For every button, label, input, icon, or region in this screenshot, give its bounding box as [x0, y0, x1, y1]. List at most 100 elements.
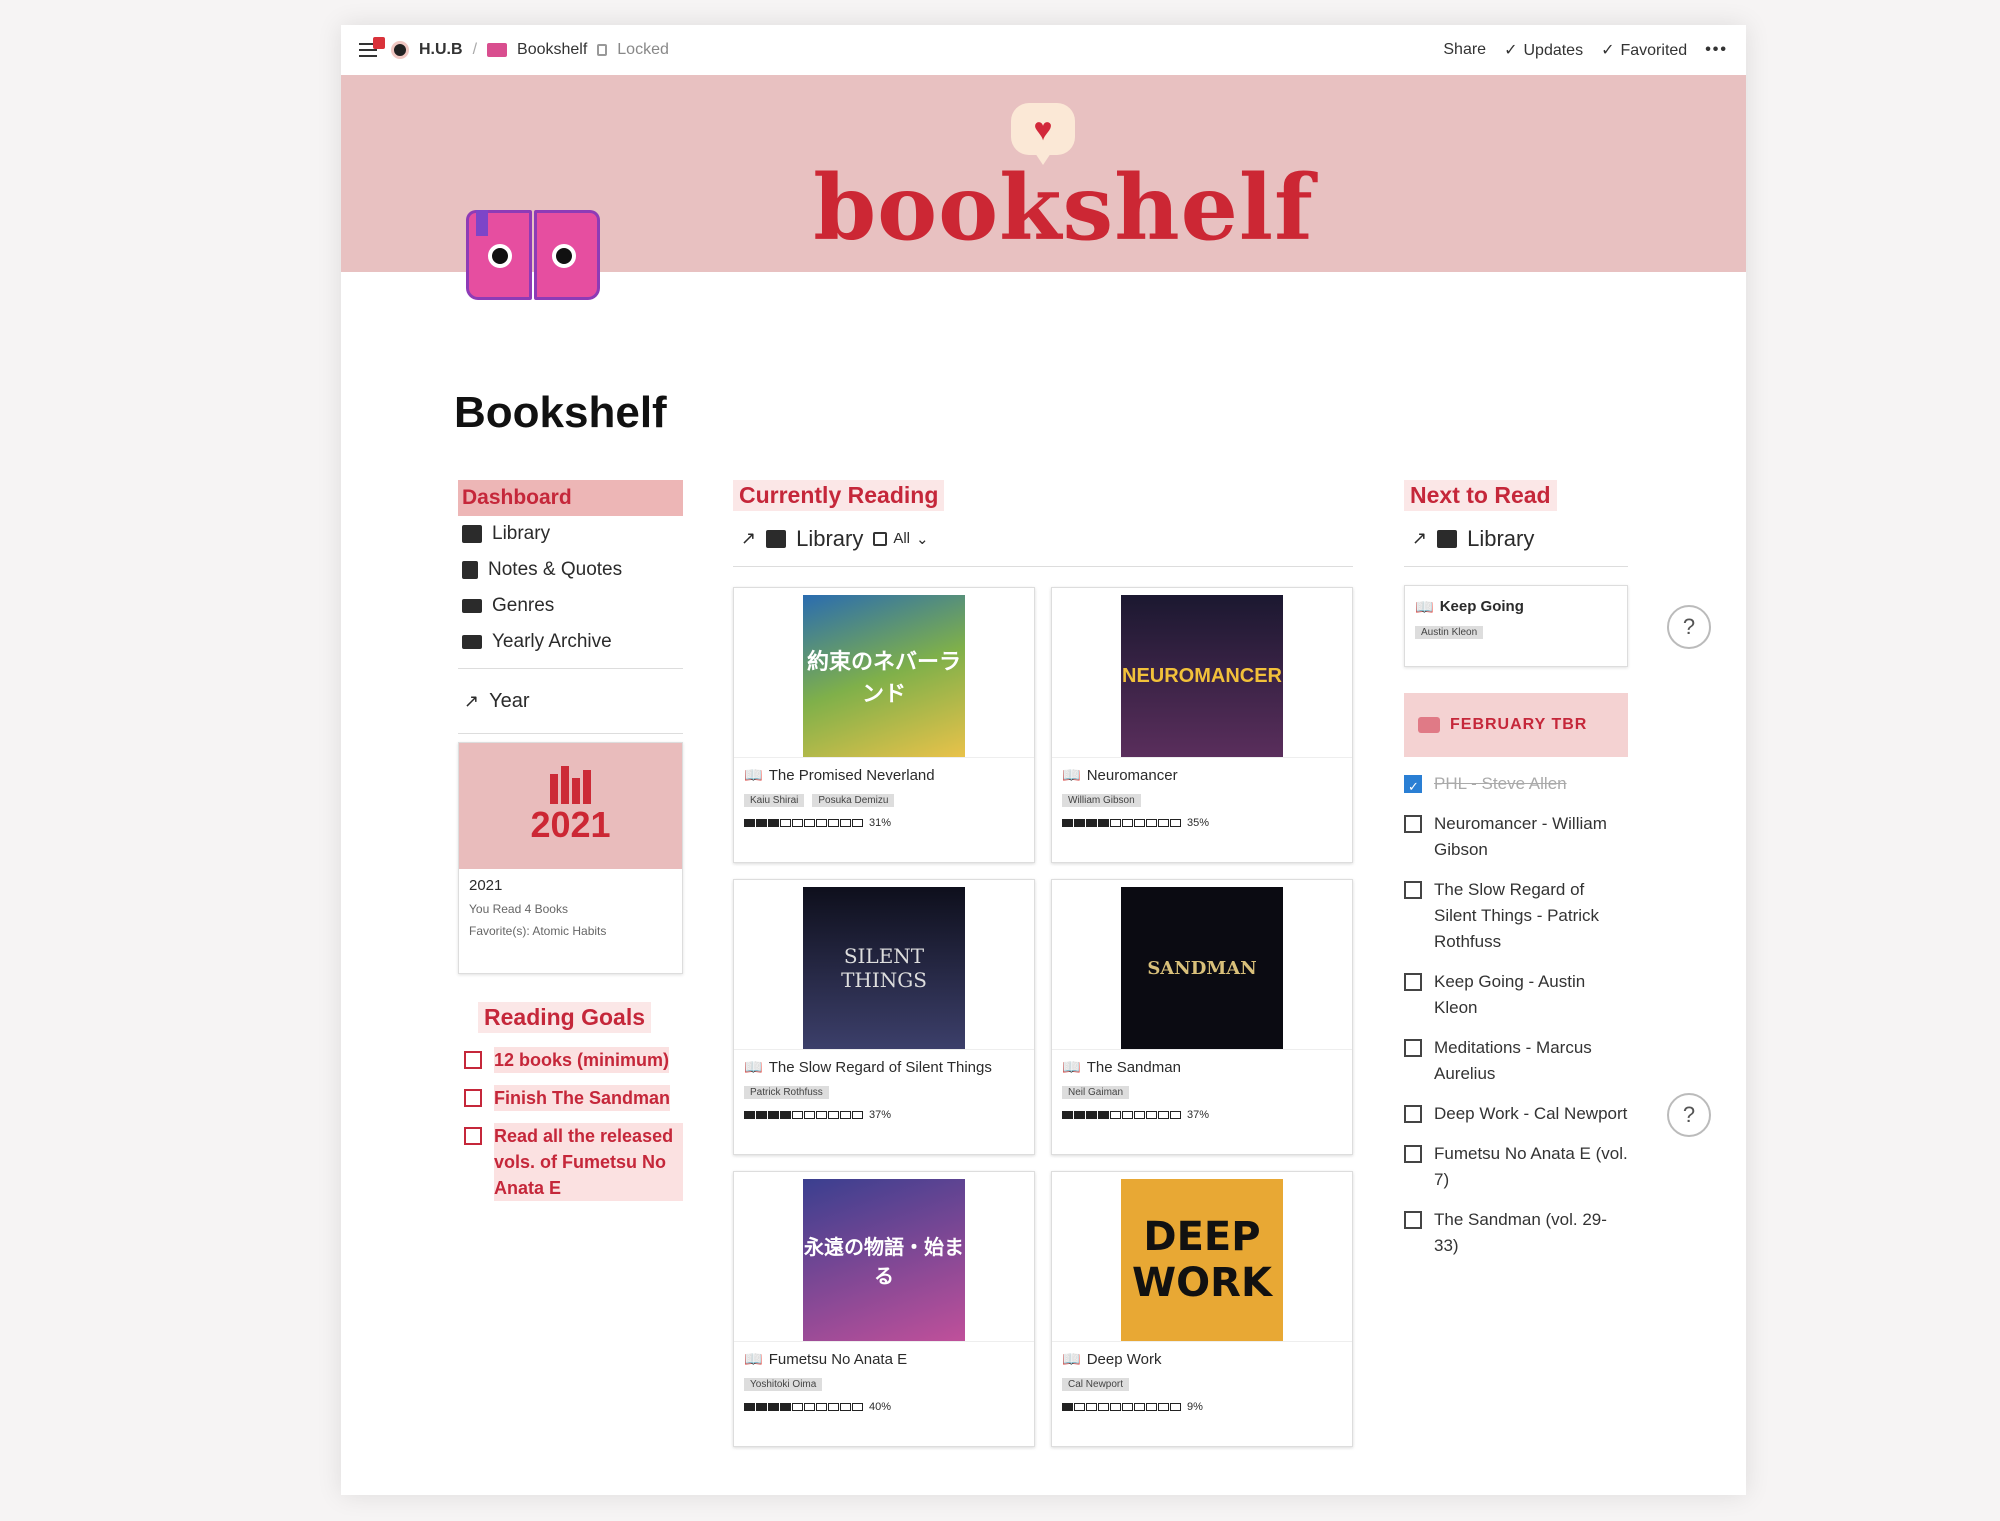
book-card[interactable]: SANDMAN 📖 The Sandman Neil Gaiman 37%	[1051, 879, 1353, 1155]
checkbox[interactable]	[464, 1051, 482, 1069]
book-face-icon[interactable]	[466, 210, 600, 310]
progress-segment	[756, 819, 767, 827]
currently-reading-title: Currently Reading	[733, 480, 945, 511]
nav-notes-quotes[interactable]: Notes & Quotes	[458, 552, 683, 588]
checkbox[interactable]	[464, 1089, 482, 1107]
checkbox[interactable]	[1404, 973, 1422, 991]
tbr-label: The Slow Regard of Silent Things - Patri…	[1434, 880, 1600, 951]
help-button[interactable]: ?	[1667, 605, 1711, 649]
book-title: Neuromancer	[1086, 766, 1178, 784]
progress-segment	[840, 1111, 851, 1119]
tbr-item[interactable]: Deep Work - Cal Newport	[1404, 1101, 1628, 1127]
favorited-button[interactable]: Favorited	[1601, 40, 1687, 60]
year-card-title: 2021	[469, 877, 503, 894]
checkbox[interactable]	[1404, 1211, 1422, 1229]
progress-segment	[1062, 1403, 1073, 1411]
progress-segment	[1158, 1111, 1169, 1119]
checkbox-checked[interactable]	[1404, 774, 1422, 800]
page-title: Bookshelf	[454, 388, 667, 437]
book-title: The Sandman	[1086, 1058, 1181, 1076]
progress-segment	[1110, 819, 1121, 827]
checkbox[interactable]	[464, 1127, 482, 1145]
book-card[interactable]: 永遠の物語・始まる 📖 Fumetsu No Anata E Yoshitoki …	[733, 1171, 1035, 1447]
tbr-item[interactable]: The Slow Regard of Silent Things - Patri…	[1404, 877, 1628, 955]
tbr-header: FEBRUARY TBR	[1404, 693, 1628, 757]
book-cover: SANDMAN	[1121, 887, 1283, 1049]
progress-segment	[1074, 819, 1085, 827]
book-card[interactable]: SILENT THINGS 📖 The Slow Regard of Silent…	[733, 879, 1035, 1155]
checkbox[interactable]	[1404, 881, 1422, 899]
nav-label: Library	[492, 523, 551, 544]
goal-item[interactable]: Finish The Sandman	[464, 1085, 683, 1111]
view-library-link[interactable]: Library	[796, 526, 863, 552]
progress-segment	[1122, 1403, 1133, 1411]
tbr-item[interactable]: Fumetsu No Anata E (vol. 7)	[1404, 1141, 1628, 1193]
book-cover: DEEP WORK	[1121, 1179, 1283, 1341]
view-library-link[interactable]: Library	[1467, 526, 1534, 552]
bookmark-icon	[462, 561, 478, 579]
updates-button[interactable]: Updates	[1504, 40, 1583, 60]
progress-segment	[1098, 1111, 1109, 1119]
nav-label: Yearly Archive	[492, 631, 612, 652]
filter-label: All	[893, 530, 911, 547]
progress-segment	[1134, 1111, 1145, 1119]
year-card-body: 2021 You Read 4 Books Favorite(s): Atomi…	[459, 869, 682, 946]
books-icon	[1437, 529, 1458, 548]
locked-label[interactable]: Locked	[617, 41, 669, 59]
progress-segment	[1098, 819, 1109, 827]
progress-segment	[780, 1403, 791, 1411]
year-link[interactable]: ↗ Year	[458, 677, 683, 725]
share-button[interactable]: Share	[1443, 41, 1486, 59]
book-card[interactable]: 約束のネバーランド 📖 The Promised Neverland Kaiu S…	[733, 587, 1035, 863]
author-tag: Yoshitoki Oima	[744, 1378, 823, 1391]
book-card[interactable]: NEUROMANCER 📖 Neuromancer William Gibson …	[1051, 587, 1353, 863]
filter-dropdown[interactable]: All ⌄	[873, 530, 929, 548]
progress-segment	[792, 819, 803, 827]
progress-segment	[1170, 819, 1181, 827]
nav-dashboard[interactable]: Dashboard	[458, 480, 683, 516]
book-icon: 📖	[744, 767, 763, 784]
next-to-read-section: Next to Read ↗ Library 📖 Keep Going Austi…	[1404, 480, 1628, 1259]
checkbox[interactable]	[1404, 1105, 1422, 1123]
checkbox[interactable]	[1404, 1039, 1422, 1057]
goal-item[interactable]: 12 books (minimum)	[464, 1047, 683, 1073]
breadcrumb-workspace[interactable]: H.U.B	[419, 41, 463, 59]
progress-segment	[804, 1111, 815, 1119]
tbr-item[interactable]: The Sandman (vol. 29-33)	[1404, 1207, 1628, 1259]
keyboard-icon	[462, 635, 482, 649]
checkbox[interactable]	[1404, 815, 1422, 833]
progress-segment	[816, 1111, 827, 1119]
progress-segment	[1098, 1403, 1109, 1411]
book-card[interactable]: DEEP WORK 📖 Deep Work Cal Newport 9%	[1051, 1171, 1353, 1447]
book-icon	[487, 43, 508, 57]
nav-yearly-archive[interactable]: Yearly Archive	[458, 624, 683, 660]
help-button[interactable]: ?	[1667, 1093, 1711, 1137]
tbr-item[interactable]: Neuromancer - William Gibson	[1404, 811, 1628, 863]
tbr-item[interactable]: Meditations - Marcus Aurelius	[1404, 1035, 1628, 1087]
more-options-button[interactable]: •••	[1705, 41, 1728, 59]
tbr-label: Keep Going - Austin Kleon	[1434, 972, 1586, 1017]
progress-segment	[1074, 1403, 1085, 1411]
tbr-item[interactable]: Keep Going - Austin Kleon	[1404, 969, 1628, 1021]
progress-segment	[744, 1111, 755, 1119]
checkbox[interactable]	[1404, 1145, 1422, 1163]
divider	[458, 668, 683, 669]
progress-label: 40%	[869, 1401, 892, 1413]
nav-library[interactable]: Library	[458, 516, 683, 552]
progress-segment	[1122, 1111, 1133, 1119]
progress-segment	[780, 1111, 791, 1119]
progress-segment	[816, 1403, 827, 1411]
nav-genres[interactable]: Genres	[458, 588, 683, 624]
menu-icon[interactable]	[359, 37, 385, 61]
book-title: The Slow Regard of Silent Things	[768, 1058, 992, 1076]
book-title: The Promised Neverland	[768, 766, 935, 784]
progress-segment	[792, 1403, 803, 1411]
next-book-card[interactable]: 📖 Keep Going Austin Kleon	[1404, 585, 1628, 667]
goal-item[interactable]: Read all the released vols. of Fumetsu N…	[464, 1123, 683, 1201]
year-cover: 2021	[459, 743, 682, 869]
year-card[interactable]: 2021 2021 You Read 4 Books Favorite(s): …	[458, 742, 683, 974]
breadcrumb-page[interactable]: Bookshelf	[517, 41, 587, 59]
list-icon	[462, 599, 482, 613]
progress-segment	[852, 1403, 863, 1411]
tbr-item[interactable]: PHL - Steve Allen	[1404, 771, 1628, 800]
